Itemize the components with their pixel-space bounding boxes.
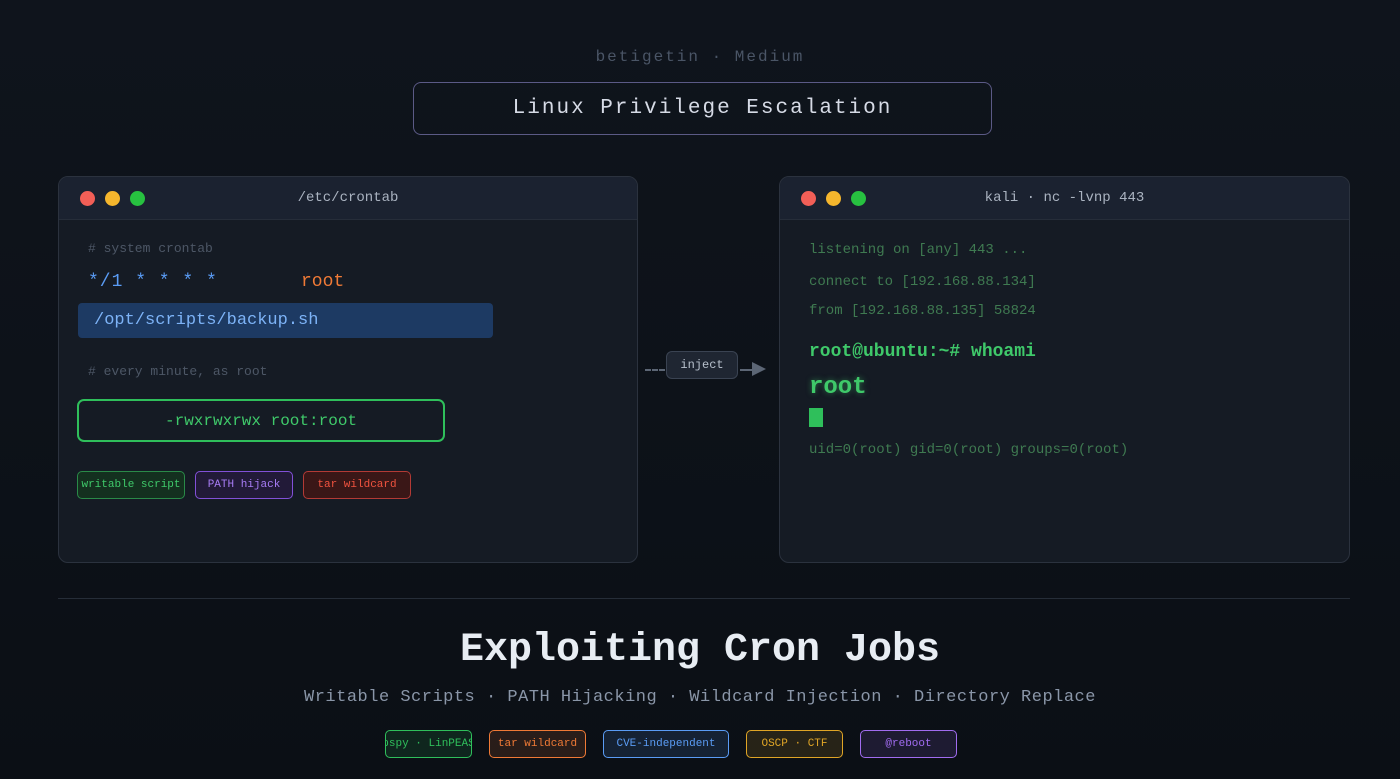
listener-output-1: listening on [any] 443 ... [809, 242, 1028, 258]
listener-terminal: kali · nc -lvnp 443 listening on [any] 4… [779, 176, 1350, 563]
id-output: uid=0(root) gid=0(root) groups=0(root) [809, 442, 1129, 458]
tag-path-hijack: PATH hijack [195, 471, 293, 499]
inject-label: inject [666, 351, 738, 379]
shell-prompt: root@ubuntu:~# whoami [809, 342, 1036, 362]
bottom-tag: pspy · LinPEAS [385, 730, 472, 758]
crontab-terminal: /etc/crontab # system crontab */1 * * * … [58, 176, 638, 563]
permissions-box: -rwxrwxrwx root:root [77, 399, 445, 442]
cron-schedule: */1 * * * * [88, 272, 218, 292]
listener-output-2: connect to [192.168.88.134] [809, 274, 1036, 290]
listener-output-3: from [192.168.88.135] 58824 [809, 303, 1036, 319]
byline: betigetin · Medium [595, 48, 805, 66]
cron-user: root [301, 272, 345, 292]
bottom-tag: CVE-independent [603, 730, 729, 758]
whoami-result: root [809, 374, 867, 401]
tag-writable-script: writable script [77, 471, 185, 499]
terminal-title: kali · nc -lvnp 443 [984, 190, 1145, 206]
flow-line-right [740, 369, 752, 371]
bottom-tag: OSCP · CTF [746, 730, 843, 758]
script-path: /opt/scripts/backup.sh [78, 303, 493, 338]
tag-tar-wildcard: tar wildcard [303, 471, 411, 499]
terminal-cursor [809, 408, 823, 427]
crontab-comment: # system crontab [88, 241, 213, 256]
terminal-titlebar: /etc/crontab [59, 177, 637, 220]
article-subheadline: Writable Scripts · PATH Hijacking · Wild… [304, 688, 1096, 707]
bottom-tag: tar wildcard [489, 730, 586, 758]
page-title: Linux Privilege Escalation [413, 82, 992, 135]
arrow-right-icon [752, 362, 766, 376]
flow-line-left [645, 369, 665, 371]
terminal-title: /etc/crontab [297, 190, 399, 206]
terminal-titlebar: kali · nc -lvnp 443 [780, 177, 1349, 220]
schedule-comment: # every minute, as root [88, 364, 268, 379]
divider [58, 598, 1350, 599]
article-headline: Exploiting Cron Jobs [459, 628, 941, 673]
bottom-tag: @reboot [860, 730, 957, 758]
